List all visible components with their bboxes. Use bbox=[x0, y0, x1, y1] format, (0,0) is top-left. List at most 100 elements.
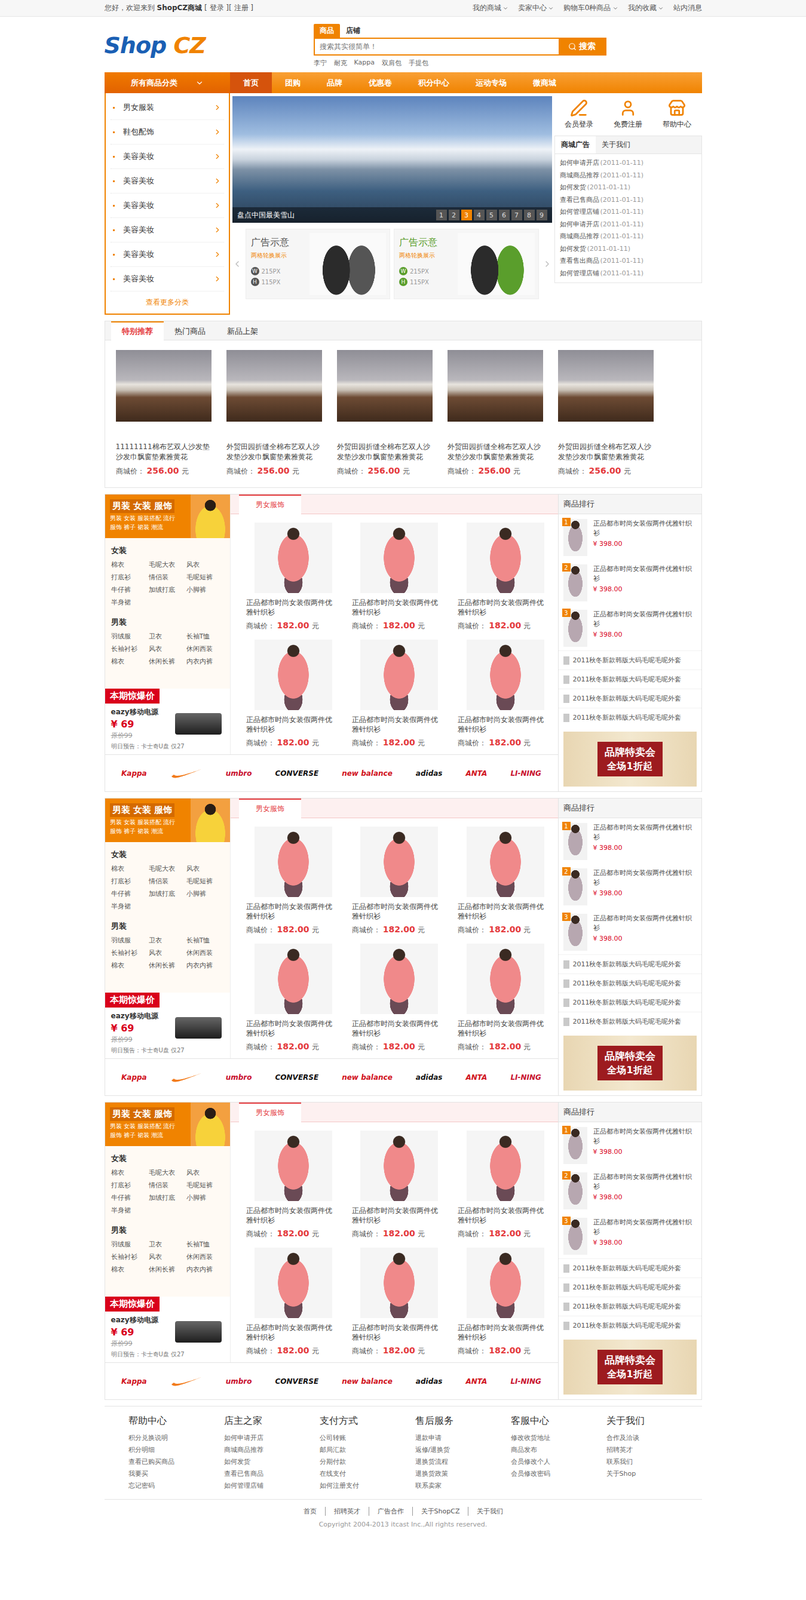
banner-page[interactable]: 9 bbox=[536, 209, 548, 221]
footer-link[interactable]: 积分兑换说明 bbox=[128, 1432, 225, 1445]
nav-item[interactable]: 团购 bbox=[271, 72, 314, 94]
brand-logo[interactable]: LI-NING bbox=[510, 1377, 542, 1387]
category-link[interactable]: 长袖衬衫 bbox=[111, 1251, 149, 1264]
top-link[interactable]: 卖家中心 bbox=[518, 2, 554, 14]
banner-page[interactable]: 8 bbox=[523, 209, 535, 221]
nike-logo-icon[interactable] bbox=[170, 767, 203, 780]
category-link[interactable]: 风衣 bbox=[186, 1166, 225, 1180]
search-tab[interactable]: 商品 bbox=[313, 23, 340, 38]
category-link[interactable]: 休闲西装 bbox=[186, 947, 225, 960]
category-link[interactable]: 加绒打底 bbox=[148, 1191, 187, 1205]
search-input[interactable] bbox=[314, 38, 559, 55]
category-link[interactable]: 长袖衬衫 bbox=[111, 642, 149, 656]
nike-logo-icon[interactable] bbox=[170, 1071, 203, 1084]
category-link[interactable]: 休闲西装 bbox=[186, 642, 225, 656]
category-item[interactable]: 美容美妆 bbox=[110, 242, 225, 268]
category-link[interactable]: 牛仔裤 bbox=[111, 1191, 149, 1205]
category-link[interactable]: 毛呢短裤 bbox=[186, 875, 225, 888]
footer-link[interactable]: 联系卖家 bbox=[415, 1480, 511, 1493]
more-categories[interactable]: 查看更多分类 bbox=[110, 297, 225, 308]
category-link[interactable]: 毛呢大衣 bbox=[148, 862, 187, 876]
promo-banner[interactable]: 品牌特卖会全场1折起 bbox=[563, 1340, 697, 1396]
product-card[interactable]: 正品都市时尚女装假两件优雅针织衫商城价：182.00元 bbox=[446, 944, 553, 1053]
ranking-link[interactable]: 2011秋冬新款韩版大码毛呢毛呢外套 bbox=[558, 688, 702, 709]
ranking-item[interactable]: 3正品都市时尚女装假两件优雅针织衫¥ 398.00 bbox=[558, 909, 702, 955]
brand-logo[interactable]: umbro bbox=[225, 1377, 253, 1387]
hot-word[interactable]: Kappa bbox=[354, 58, 375, 68]
ranking-link[interactable]: 2011秋冬新款韩版大码毛呢毛呢外套 bbox=[558, 1278, 702, 1298]
notice-item[interactable]: 如何管理店铺(2011-01-11) bbox=[559, 267, 697, 281]
footer-link[interactable]: 关于Shop bbox=[606, 1468, 703, 1481]
category-item[interactable]: 美容美妆 bbox=[110, 218, 225, 243]
category-link[interactable]: 棉衣 bbox=[111, 558, 149, 572]
notice-item[interactable]: 商城商品推荐(2011-01-11) bbox=[559, 230, 697, 244]
ranking-item[interactable]: 1正品都市时尚女装假两件优雅针织衫¥ 398.00 bbox=[558, 818, 702, 864]
recommend-tab[interactable]: 新品上架 bbox=[216, 321, 269, 341]
category-link[interactable]: 休闲长裤 bbox=[148, 655, 187, 668]
product-card[interactable]: 正品都市时尚女装假两件优雅针织衫商城价：182.00元 bbox=[235, 1131, 342, 1240]
category-item[interactable]: 鞋包配饰 bbox=[110, 120, 225, 145]
category-link[interactable]: 棉衣 bbox=[111, 862, 149, 876]
footer-link[interactable]: 如何发货 bbox=[224, 1456, 320, 1469]
ranking-link[interactable]: 2011秋冬新款韩版大码毛呢毛呢外套 bbox=[558, 954, 702, 974]
brand-logo[interactable]: CONVERSE bbox=[275, 769, 320, 778]
category-link[interactable]: 打底衫 bbox=[111, 1179, 149, 1192]
nav-item[interactable]: 首页 bbox=[230, 72, 272, 94]
product-card[interactable]: 外贸田园折缝全棉布艺双人沙发垫沙发巾飘窗垫素雅黄花商城价：256.00元 bbox=[226, 350, 323, 477]
nav-item[interactable]: 积分中心 bbox=[405, 72, 463, 94]
product-card[interactable]: 正品都市时尚女装假两件优雅针织衫商城价：182.00元 bbox=[341, 826, 447, 936]
category-link[interactable]: 毛呢短裤 bbox=[186, 571, 225, 584]
ranking-item[interactable]: 3正品都市时尚女装假两件优雅针织衫¥ 398.00 bbox=[558, 1213, 702, 1259]
quick-link[interactable]: 会员登录 bbox=[564, 99, 594, 130]
ranking-link[interactable]: 2011秋冬新款韩版大码毛呢毛呢外套 bbox=[558, 1258, 702, 1279]
ranking-item[interactable]: 2正品都市时尚女装假两件优雅针织衫¥ 398.00 bbox=[558, 559, 702, 606]
prev-button[interactable] bbox=[232, 259, 242, 269]
category-link[interactable]: 长袖衬衫 bbox=[111, 947, 149, 960]
recommend-tab[interactable]: 热门商品 bbox=[163, 321, 217, 341]
brand-logo[interactable]: ANTA bbox=[466, 1073, 488, 1083]
category-link[interactable]: 情侣装 bbox=[148, 1179, 187, 1192]
category-link[interactable]: 卫衣 bbox=[148, 934, 187, 948]
product-card[interactable]: 正品都市时尚女装假两件优雅针织衫商城价：182.00元 bbox=[341, 639, 447, 749]
brand-logo[interactable]: adidas bbox=[415, 769, 443, 778]
notice-item[interactable]: 如何申请开店(2011-01-11) bbox=[559, 157, 697, 170]
floor-tab[interactable]: 男女服饰 bbox=[238, 1102, 302, 1123]
footer-link[interactable]: 在线支付 bbox=[319, 1468, 416, 1481]
category-link[interactable]: 打底衫 bbox=[111, 875, 149, 888]
category-link[interactable]: 打底衫 bbox=[111, 571, 149, 584]
quick-link[interactable]: 帮助中心 bbox=[662, 99, 692, 130]
category-link[interactable]: 羽绒服 bbox=[111, 1238, 149, 1252]
category-link[interactable]: 小脚裤 bbox=[186, 887, 225, 901]
ranking-link[interactable]: 2011秋冬新款韩版大码毛呢毛呢外套 bbox=[558, 993, 702, 1013]
product-card[interactable]: 正品都市时尚女装假两件优雅针织衫商城价：182.00元 bbox=[235, 826, 342, 936]
footer-link[interactable]: 查看已售商品 bbox=[224, 1468, 320, 1481]
ranking-item[interactable]: 2正品都市时尚女装假两件优雅针织衫¥ 398.00 bbox=[558, 863, 702, 910]
footer-link[interactable]: 联系我们 bbox=[606, 1456, 703, 1469]
category-item[interactable]: 美容美妆 bbox=[110, 267, 225, 292]
ad-card[interactable]: 广告示意两格轮换展示W215PXH115PX bbox=[393, 228, 539, 300]
top-link[interactable]: 我的收藏 bbox=[627, 2, 664, 14]
footer-link[interactable]: 如何申请开店 bbox=[224, 1432, 320, 1445]
ranking-link[interactable]: 2011秋冬新款韩版大码毛呢毛呢外套 bbox=[558, 669, 702, 689]
footer-link[interactable]: 商品发布 bbox=[510, 1444, 607, 1457]
brand-logo[interactable]: Kappa bbox=[121, 769, 147, 778]
bottom-link[interactable]: 关于ShopCZ bbox=[412, 1507, 469, 1517]
banner-page[interactable]: 4 bbox=[473, 209, 485, 221]
notice-tab[interactable]: 商城广告 bbox=[555, 136, 596, 154]
category-link[interactable]: 情侣装 bbox=[148, 875, 187, 888]
footer-link[interactable]: 退款申请 bbox=[415, 1432, 511, 1445]
brand-logo[interactable]: new balance bbox=[341, 769, 393, 778]
brand-logo[interactable]: ANTA bbox=[466, 1377, 488, 1387]
product-card[interactable]: 外贸田园折缝全棉布艺双人沙发垫沙发巾飘窗垫素雅黄花商城价：256.00元 bbox=[558, 350, 654, 477]
notice-item[interactable]: 如何管理店铺(2011-01-11) bbox=[559, 206, 697, 219]
category-link[interactable]: 加绒打底 bbox=[148, 887, 187, 901]
banner-page[interactable]: 2 bbox=[448, 209, 460, 221]
footer-link[interactable]: 退换货流程 bbox=[415, 1456, 511, 1469]
hot-word[interactable]: 李宁 bbox=[313, 58, 327, 68]
category-link[interactable]: 牛仔裤 bbox=[111, 583, 149, 597]
brand-logo[interactable]: LI-NING bbox=[510, 769, 542, 778]
next-button[interactable] bbox=[542, 259, 553, 269]
top-link[interactable]: 我的商城 bbox=[472, 2, 509, 14]
product-card[interactable]: 外贸田园折缝全棉布艺双人沙发垫沙发巾飘窗垫素雅黄花商城价：256.00元 bbox=[447, 350, 544, 477]
footer-link[interactable]: 公司转账 bbox=[319, 1432, 416, 1445]
